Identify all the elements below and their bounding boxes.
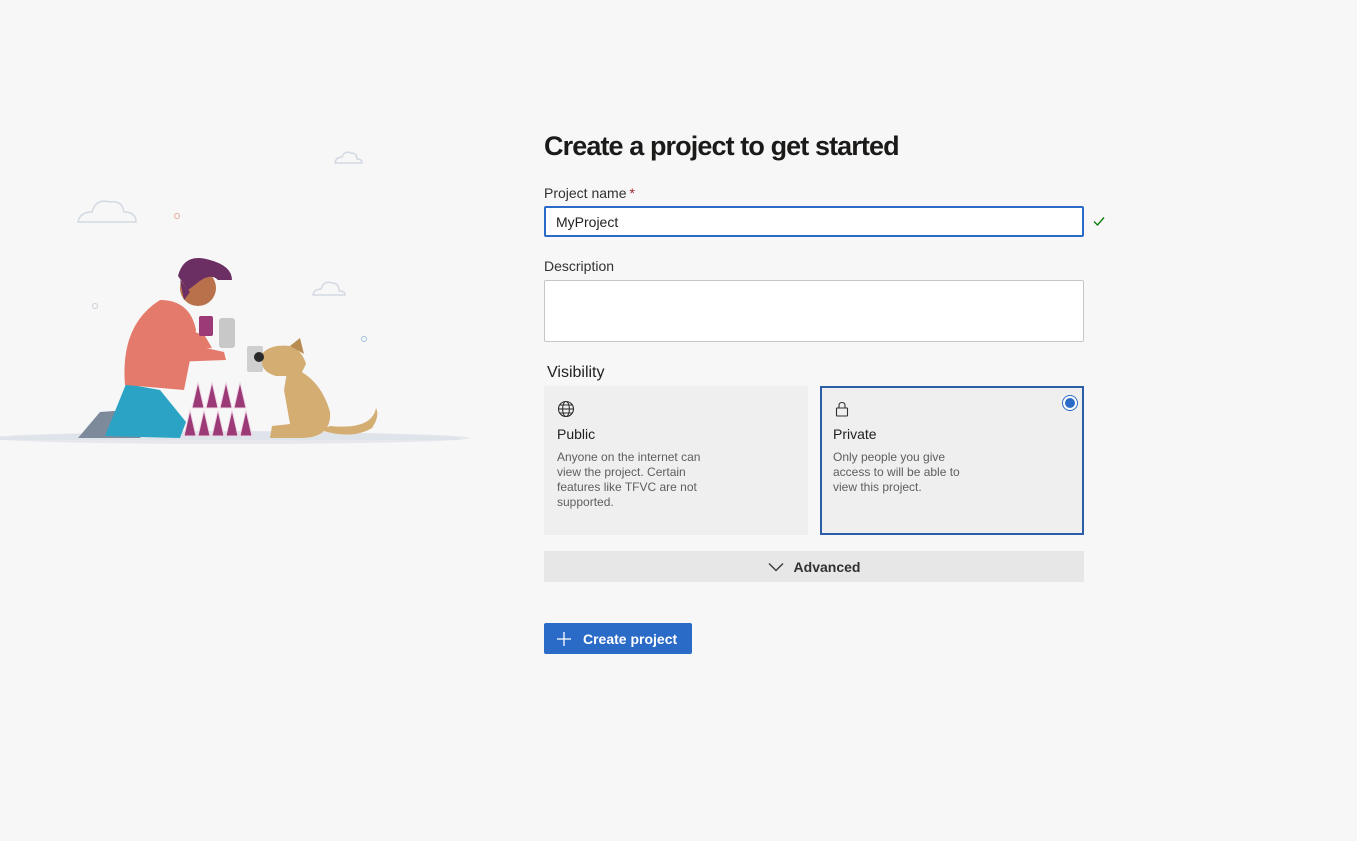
checkmark-icon <box>1093 217 1105 227</box>
project-name-input[interactable] <box>544 206 1084 237</box>
create-project-button[interactable]: Create project <box>544 623 692 654</box>
house-of-cards <box>183 381 253 437</box>
private-option-title: Private <box>833 426 877 442</box>
visibility-option-private[interactable]: Private Only people you give access to w… <box>820 386 1084 535</box>
visibility-option-public[interactable]: Public Anyone on the internet can view t… <box>544 386 808 535</box>
required-marker: * <box>629 185 635 201</box>
page-title: Create a project to get started <box>544 131 900 161</box>
chevron-down-icon <box>768 562 783 571</box>
project-name-label-text: Project name <box>544 185 627 201</box>
advanced-label: Advanced <box>793 558 861 575</box>
private-option-description: Only people you give access to will be a… <box>833 450 960 494</box>
create-project-label: Create project <box>583 630 678 647</box>
globe-icon <box>557 400 575 418</box>
description-label: Description <box>544 258 615 274</box>
visibility-label: Visibility <box>547 364 605 381</box>
public-option-description: Anyone on the internet can view the proj… <box>557 450 701 509</box>
visibility-options: Public Anyone on the internet can view t… <box>544 386 1084 535</box>
advanced-toggle[interactable]: Advanced <box>544 551 1084 582</box>
person-figure <box>78 258 235 438</box>
hero-illustration <box>0 151 470 444</box>
lock-icon <box>835 401 849 417</box>
project-name-row <box>544 206 1105 237</box>
plus-icon <box>557 631 571 646</box>
project-name-label: Project name * <box>544 184 1124 202</box>
public-option-title: Public <box>557 426 596 442</box>
create-project-form: Create a project to get started Project … <box>544 128 1124 654</box>
dog-figure <box>247 338 378 438</box>
description-input[interactable] <box>544 280 1084 342</box>
private-radio-selected[interactable] <box>1062 395 1078 411</box>
